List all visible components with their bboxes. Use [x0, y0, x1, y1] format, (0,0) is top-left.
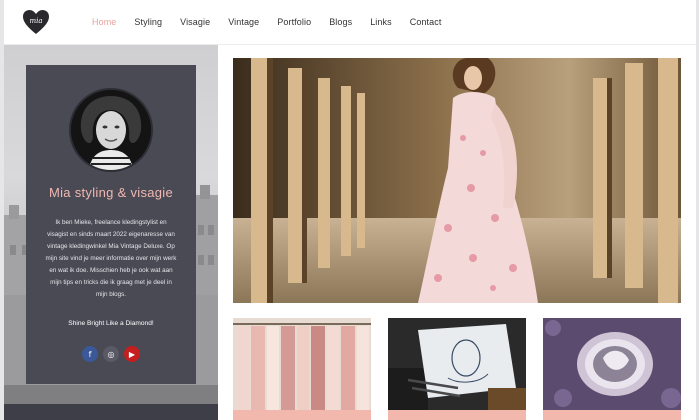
- logo-text: mia: [29, 17, 42, 25]
- youtube-icon[interactable]: ▶: [124, 346, 140, 362]
- site-header: mia Home Styling Visagie Vintage Portfol…: [4, 0, 696, 45]
- thumbnail-sketchbook[interactable]: [388, 318, 526, 410]
- profile-card: Mia styling & visagie Ik ben Mieke, free…: [26, 65, 196, 384]
- thumbnail-caption-bar[interactable]: [388, 410, 526, 420]
- facebook-icon[interactable]: f: [82, 346, 98, 362]
- thumbnail-clothes-rack[interactable]: [233, 318, 371, 410]
- thumbnail-vintage-mirror[interactable]: [543, 318, 681, 410]
- profile-motto: Shine Bright Like a Diamond!: [68, 320, 154, 327]
- hero-image[interactable]: [233, 58, 681, 303]
- avatar: [71, 90, 151, 170]
- nav-item-links[interactable]: Links: [370, 17, 392, 27]
- nav-item-blogs[interactable]: Blogs: [329, 17, 352, 27]
- main-nav: Home Styling Visagie Vintage Portfolio B…: [92, 0, 459, 44]
- page: mia Home Styling Visagie Vintage Portfol…: [4, 0, 696, 420]
- heart-logo-icon[interactable]: mia: [22, 9, 50, 35]
- nav-item-styling[interactable]: Styling: [134, 17, 162, 27]
- profile-bio: Ik ben Mieke, freelance kledingstylist e…: [45, 219, 177, 298]
- thumbnail-caption-bar[interactable]: [543, 410, 681, 420]
- thumbnail-grid: [233, 318, 681, 420]
- nav-item-visagie[interactable]: Visagie: [180, 17, 210, 27]
- thumbnail-caption-bar[interactable]: [233, 410, 371, 420]
- sidebar-bottom-bar: [4, 404, 218, 420]
- nav-item-home[interactable]: Home: [92, 17, 116, 27]
- nav-item-portfolio[interactable]: Portfolio: [277, 17, 311, 27]
- social-links: f ◎ ▶: [82, 346, 140, 362]
- nav-item-contact[interactable]: Contact: [410, 17, 442, 27]
- nav-item-vintage[interactable]: Vintage: [228, 17, 259, 27]
- profile-title: Mia styling & visagie: [48, 185, 174, 200]
- instagram-icon[interactable]: ◎: [103, 346, 119, 362]
